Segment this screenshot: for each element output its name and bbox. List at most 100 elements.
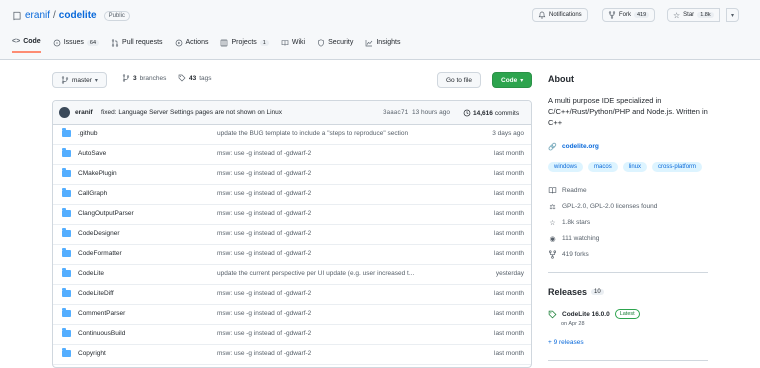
file-name[interactable]: ContinuousBuild	[78, 330, 125, 337]
topic-tag[interactable]: macos	[588, 162, 618, 172]
commit-message[interactable]: fixed: Language Server Settings pages ar…	[101, 109, 282, 116]
file-commit-message[interactable]: msw: use -g instead of -gdwarf-2	[217, 310, 311, 317]
website-label: codelite.org	[562, 143, 599, 150]
shield-icon	[318, 38, 324, 47]
table-row[interactable]: CodeDesigner msw: use -g instead of -gdwa…	[53, 225, 531, 245]
website-link[interactable]: 🔗 codelite.org	[548, 142, 599, 151]
commit-count-label: commits	[494, 109, 520, 117]
commit-hash[interactable]: 3aaac71	[383, 109, 408, 116]
chevron-down-icon: ▾	[94, 77, 98, 84]
tab-projects[interactable]: Projects 1	[220, 38, 269, 53]
notifications-button[interactable]: Notifications	[532, 8, 588, 22]
play-icon	[175, 39, 182, 46]
table-row[interactable]: CodeLite update the current perspective p…	[53, 265, 531, 285]
about-description: A multi purpose IDE specialized in C/C++…	[548, 96, 708, 127]
tab-security[interactable]: Security	[317, 38, 353, 53]
file-commit-message[interactable]: msw: use -g instead of -gdwarf-2	[217, 210, 311, 217]
table-row[interactable]: .github update the BUG template to includ…	[53, 125, 531, 145]
branches-count: 3	[133, 74, 137, 82]
star-button[interactable]: ☆ Star 1.8k	[667, 8, 720, 22]
folder-icon	[62, 128, 71, 137]
file-name[interactable]: CommentParser	[78, 310, 125, 317]
tags-link[interactable]: 43 tags	[178, 74, 212, 82]
stars-link[interactable]: ☆ 1.8k stars	[548, 218, 590, 227]
file-name[interactable]: CallGraph	[78, 190, 107, 197]
file-name[interactable]: .github	[78, 130, 98, 137]
tab-label: Issues	[63, 39, 84, 46]
file-name[interactable]: CodeFormatter	[78, 250, 122, 257]
file-commit-message[interactable]: msw: use -g instead of -gdwarf-2	[217, 330, 311, 337]
go-to-file-button[interactable]: Go to file	[437, 72, 482, 88]
fork-button[interactable]: Fork 419	[602, 8, 656, 22]
more-releases-link[interactable]: + 9 releases	[548, 339, 584, 346]
table-row[interactable]: CallGraph msw: use -g instead of -gdwarf-…	[53, 185, 531, 205]
folder-icon	[62, 308, 71, 317]
file-name[interactable]: AutoSave	[78, 150, 106, 157]
star-dropdown-button[interactable]: ▾	[726, 8, 740, 22]
book-icon	[281, 39, 289, 46]
file-commit-message[interactable]: msw: use -g instead of -gdwarf-2	[217, 250, 311, 257]
latest-release[interactable]: CodeLite 16.0.0 Latest	[548, 309, 640, 319]
file-name[interactable]: CodeLiteDiff	[78, 290, 114, 297]
file-commit-message[interactable]: msw: use -g instead of -gdwarf-2	[217, 190, 311, 197]
license-link[interactable]: ⚖ GPL-2.0, GPL-2.0 licenses found	[548, 202, 657, 211]
tab-issues[interactable]: Issues 64	[53, 38, 100, 53]
file-name[interactable]: ClangOutputParser	[78, 210, 134, 217]
table-row[interactable]: ClangOutputParser msw: use -g instead of …	[53, 205, 531, 225]
tab-count: 1	[259, 39, 269, 46]
file-name[interactable]: CMakePlugin	[78, 170, 117, 177]
folder-icon	[62, 148, 71, 157]
table-row[interactable]: CodeFormatter msw: use -g instead of -gdw…	[53, 245, 531, 265]
readme-link[interactable]: Readme	[548, 186, 587, 195]
file-time: 3 days ago	[492, 130, 524, 137]
file-commit-message[interactable]: msw: use -g instead of -gdwarf-2	[217, 350, 311, 357]
file-commit-message[interactable]: update the current perspective per UI up…	[217, 270, 414, 277]
tab-pull-requests[interactable]: Pull requests	[111, 38, 163, 53]
file-time: last month	[494, 250, 524, 257]
topic-tag[interactable]: cross-platform	[652, 162, 703, 172]
repo-header: eranif / codelite Public Notifications F…	[0, 0, 760, 60]
latest-badge: Latest	[614, 309, 640, 319]
file-name[interactable]: CodeLite	[78, 270, 104, 277]
table-row[interactable]: Copyright msw: use -g instead of -gdwarf-…	[53, 345, 531, 365]
repo-icon	[13, 11, 21, 20]
file-commit-message[interactable]: msw: use -g instead of -gdwarf-2	[217, 170, 311, 177]
table-row[interactable]: CMakePlugin msw: use -g instead of -gdwar…	[53, 165, 531, 185]
file-time: last month	[494, 290, 524, 297]
table-row[interactable]: ContinuousBuild msw: use -g instead of -g…	[53, 325, 531, 345]
file-commit-message[interactable]: update the BUG template to include a "st…	[217, 130, 408, 137]
table-row[interactable]: AutoSave msw: use -g instead of -gdwarf-2…	[53, 145, 531, 165]
file-commit-message[interactable]: msw: use -g instead of -gdwarf-2	[217, 230, 311, 237]
folder-icon	[62, 188, 71, 197]
topic-tag[interactable]: windows	[548, 162, 584, 172]
watching-link[interactable]: ◉ 111 watching	[548, 234, 599, 243]
star-count: 1.8k	[697, 12, 714, 18]
issue-icon	[53, 39, 61, 46]
tab-code[interactable]: <> Code	[12, 38, 41, 53]
avatar[interactable]	[59, 107, 70, 118]
repo-owner-link[interactable]: eranif	[25, 10, 50, 21]
file-name[interactable]: Copyright	[78, 350, 106, 357]
file-name[interactable]: CodeDesigner	[78, 230, 120, 237]
topic-tag[interactable]: linux	[622, 162, 648, 172]
forks-link[interactable]: 419 forks	[548, 250, 589, 259]
repo-name-link[interactable]: codelite	[59, 10, 97, 21]
file-commit-message[interactable]: msw: use -g instead of -gdwarf-2	[217, 150, 311, 157]
table-icon	[221, 39, 228, 46]
tab-wiki[interactable]: Wiki	[281, 38, 305, 53]
table-row[interactable]: CommentParser msw: use -g instead of -gdw…	[53, 305, 531, 325]
branch-select[interactable]: master ▾	[52, 72, 107, 88]
releases-heading[interactable]: Releases 10	[548, 287, 604, 297]
bell-icon	[538, 11, 546, 19]
code-dropdown-button[interactable]: Code ▾	[492, 72, 533, 88]
book-icon	[548, 187, 557, 194]
file-commit-message[interactable]: msw: use -g instead of -gdwarf-2	[217, 290, 311, 297]
table-row[interactable]: CodeLiteDiff msw: use -g instead of -gdwa…	[53, 285, 531, 305]
tab-insights[interactable]: Insights	[365, 38, 400, 53]
watching-label: 111 watching	[562, 235, 600, 242]
tag-icon	[178, 74, 186, 82]
branches-link[interactable]: 3 branches	[122, 74, 166, 82]
commits-link[interactable]: 14,616 commits	[463, 109, 519, 117]
tab-actions[interactable]: Actions	[175, 38, 208, 53]
commit-author[interactable]: eranif	[75, 109, 93, 116]
